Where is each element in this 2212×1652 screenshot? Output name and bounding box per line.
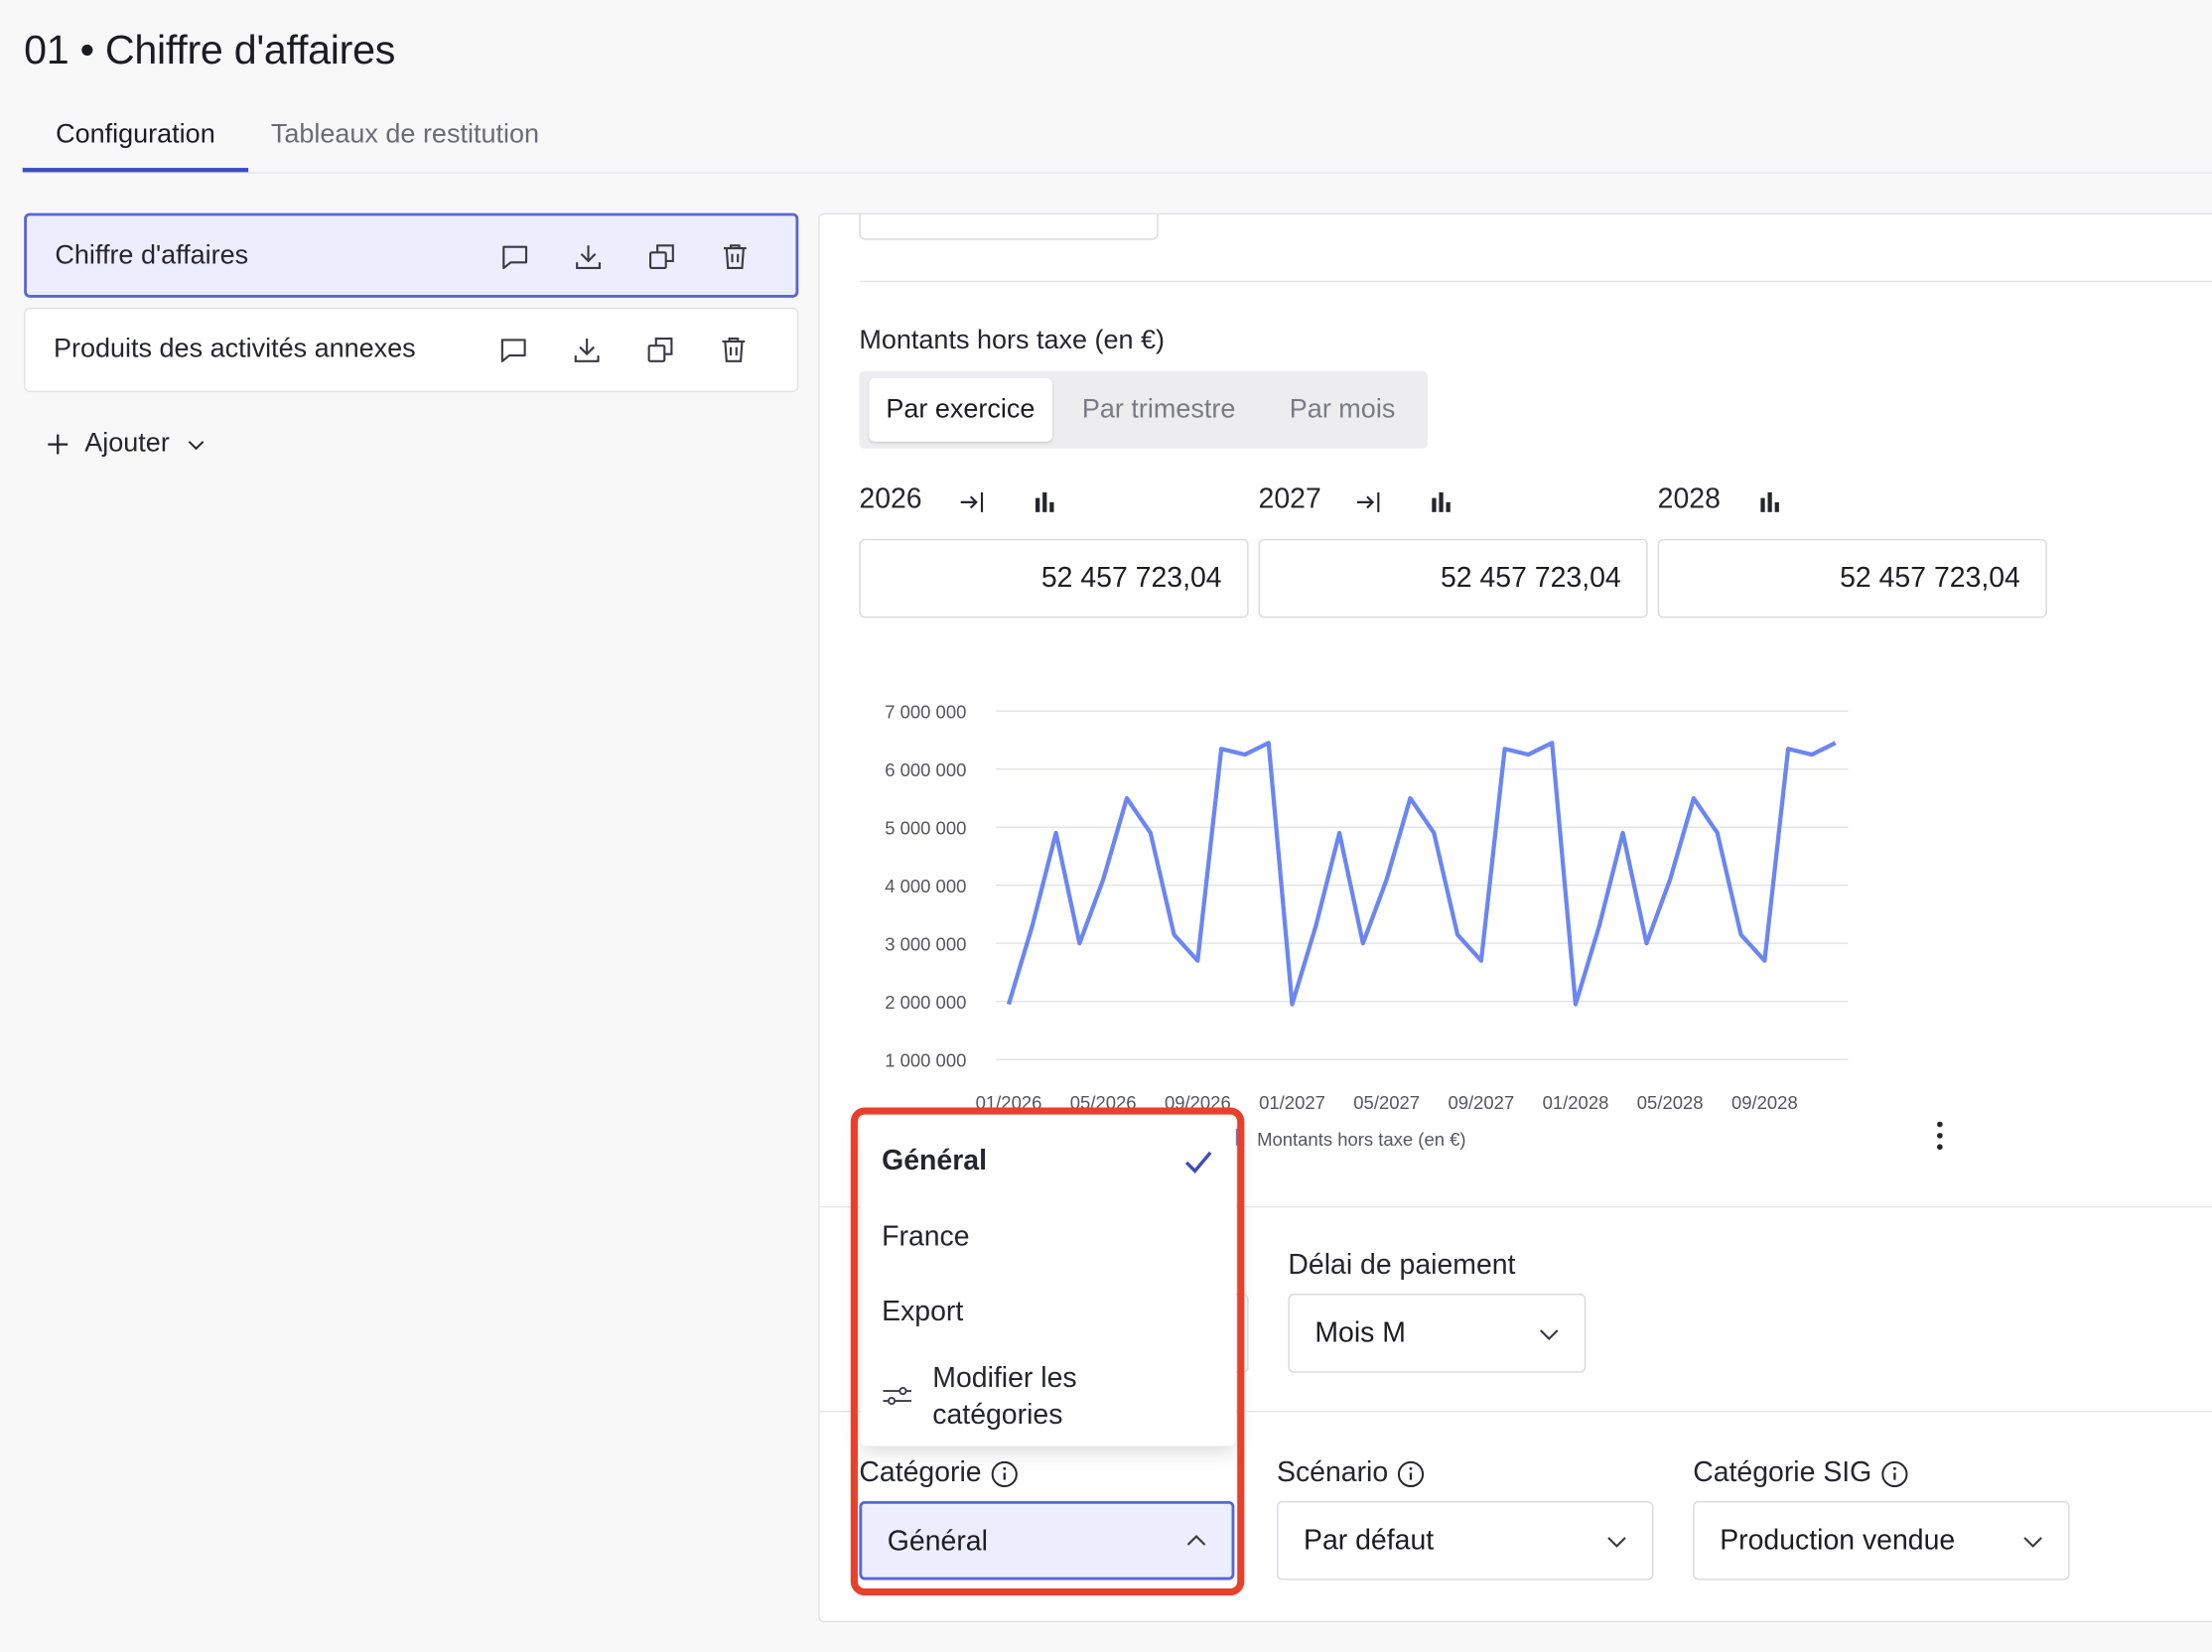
sig-category-label: Catégorie SIG	[1693, 1457, 1908, 1490]
year-label: 2027	[1258, 483, 1321, 515]
period-par-exercice[interactable]: Par exercice	[869, 377, 1052, 442]
import-icon[interactable]	[956, 486, 987, 517]
sidebar-item-label: Produits des activités annexes	[53, 334, 416, 364]
duplicate-icon[interactable]	[644, 240, 678, 274]
bar-chart-icon[interactable]	[1755, 486, 1786, 517]
top-field[interactable]	[859, 213, 1159, 240]
year-label: 2028	[1657, 483, 1721, 515]
period-selector: Par exercice Par trimestre Par mois	[859, 370, 1429, 449]
y-tick-label: 6 000 000	[885, 759, 966, 780]
chevron-down-icon	[1607, 1537, 1626, 1548]
y-tick-label: 2 000 000	[885, 992, 966, 1013]
add-label: Ajouter	[84, 428, 170, 459]
x-tick-label: 05/2028	[1637, 1092, 1704, 1113]
x-tick-label: 01/2027	[1259, 1092, 1325, 1113]
payment-delay-select[interactable]: Mois M	[1288, 1294, 1587, 1373]
tab-tableaux-de-restitution[interactable]: Tableaux de restitution	[271, 113, 539, 173]
highlight-box	[850, 1107, 1245, 1596]
year-label: 2026	[859, 483, 922, 515]
y-tick-label: 4 000 000	[885, 876, 966, 896]
legend-label: Montants hors taxe (en €)	[1257, 1129, 1465, 1150]
revenue-line-chart: 1 000 000 2 000 000 3 000 000 4 000 000 5 00…	[885, 701, 1849, 1150]
y-tick-label: 1 000 000	[885, 1049, 966, 1070]
plus-icon	[48, 434, 69, 455]
import-icon[interactable]	[1353, 486, 1384, 517]
comment-icon[interactable]	[498, 240, 532, 274]
chevron-down-icon	[188, 441, 205, 451]
download-icon[interactable]	[572, 240, 606, 274]
amount-2028-input[interactable]: 52 457 723,04	[1657, 538, 2047, 619]
sidebar-item-label: Chiffre d'affaires	[55, 240, 249, 271]
payment-delay-label: Délai de paiement	[1288, 1250, 1516, 1282]
chevron-down-icon	[1539, 1329, 1559, 1341]
sidebar-item-produits-annexes[interactable]: Produits des activités annexes	[24, 307, 799, 393]
x-tick-label: 09/2028	[1731, 1092, 1798, 1113]
tab-bar: Configuration Tableaux de restitution	[22, 113, 2212, 174]
scenario-select[interactable]: Par défaut	[1277, 1500, 1654, 1581]
comment-icon[interactable]	[496, 333, 530, 366]
more-options-icon[interactable]	[1926, 1117, 1954, 1154]
duplicate-icon[interactable]	[643, 333, 677, 366]
y-tick-label: 5 000 000	[885, 817, 966, 838]
trash-icon[interactable]	[718, 240, 752, 274]
download-icon[interactable]	[570, 333, 604, 366]
bar-chart-icon[interactable]	[1427, 486, 1457, 517]
x-tick-label: 05/2027	[1353, 1092, 1420, 1113]
chevron-down-icon	[2023, 1537, 2042, 1548]
scenario-label: Scénario	[1277, 1457, 1425, 1490]
series-line	[1006, 741, 1837, 1007]
y-tick-label: 7 000 000	[885, 701, 966, 722]
x-tick-label: 01/2028	[1543, 1092, 1609, 1113]
amount-2027-input[interactable]: 52 457 723,04	[1258, 538, 1648, 619]
amount-2026-input[interactable]: 52 457 723,04	[859, 538, 1249, 619]
tab-configuration[interactable]: Configuration	[22, 113, 249, 173]
y-tick-label: 3 000 000	[885, 933, 966, 954]
divider	[859, 280, 2212, 283]
info-icon[interactable]	[1880, 1459, 1908, 1487]
page-title: 01 • Chiffre d'affaires	[24, 28, 396, 73]
add-button[interactable]: Ajouter	[45, 426, 206, 463]
sig-category-select[interactable]: Production vendue	[1693, 1500, 2070, 1581]
trash-icon[interactable]	[717, 333, 751, 366]
bar-chart-icon[interactable]	[1030, 486, 1060, 517]
info-icon[interactable]	[1397, 1459, 1425, 1487]
x-tick-label: 09/2027	[1448, 1092, 1514, 1113]
sidebar-item-chiffre-affaires[interactable]: Chiffre d'affaires	[24, 212, 799, 298]
amounts-title: Montants hors taxe (en €)	[859, 326, 1166, 356]
period-par-mois[interactable]: Par mois	[1290, 378, 1396, 442]
period-par-trimestre[interactable]: Par trimestre	[1082, 378, 1236, 442]
